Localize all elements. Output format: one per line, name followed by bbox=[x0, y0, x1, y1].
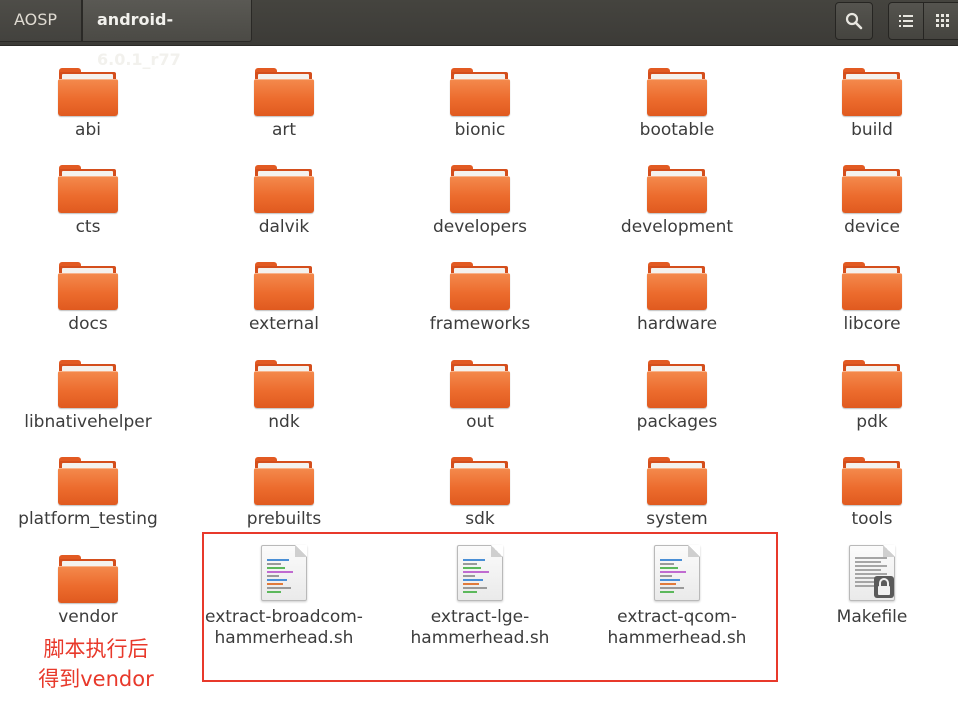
folder-icon bbox=[254, 360, 314, 408]
folder-item[interactable]: tools bbox=[777, 457, 958, 537]
folder-icon bbox=[647, 165, 707, 213]
folder-label: bionic bbox=[454, 120, 506, 140]
folder-label: build bbox=[851, 120, 893, 140]
folder-item[interactable]: libnativehelper bbox=[0, 360, 183, 440]
folder-item[interactable]: out bbox=[385, 360, 575, 440]
list-view-icon bbox=[899, 15, 913, 27]
folder-item[interactable]: dalvik bbox=[189, 165, 379, 245]
folder-label: developers bbox=[433, 217, 527, 237]
folder-item[interactable]: pdk bbox=[777, 360, 958, 440]
folder-label: frameworks bbox=[429, 314, 531, 334]
folder-icon bbox=[842, 165, 902, 213]
folder-label: abi bbox=[75, 120, 101, 140]
folder-label: sdk bbox=[465, 509, 495, 529]
folder-item[interactable]: external bbox=[189, 262, 379, 342]
folder-icon bbox=[842, 68, 902, 116]
annotation-line-1: 脚本执行后 bbox=[43, 637, 149, 661]
folder-label: hardware bbox=[636, 314, 718, 334]
list-view-button[interactable] bbox=[888, 2, 924, 40]
folder-label: prebuilts bbox=[246, 509, 322, 529]
folder-item[interactable]: device bbox=[777, 165, 958, 245]
folder-icon bbox=[58, 457, 118, 505]
folder-item[interactable]: packages bbox=[582, 360, 772, 440]
folder-item[interactable]: development bbox=[582, 165, 772, 245]
folder-icon bbox=[58, 262, 118, 310]
folder-icon bbox=[647, 68, 707, 116]
folder-item[interactable]: ndk bbox=[189, 360, 379, 440]
folder-icon bbox=[647, 262, 707, 310]
folder-icon bbox=[450, 262, 510, 310]
grid-view-button[interactable] bbox=[923, 2, 958, 40]
folder-item[interactable]: cts bbox=[0, 165, 183, 245]
folder-icon bbox=[58, 68, 118, 116]
folder-item[interactable]: system bbox=[582, 457, 772, 537]
folder-icon bbox=[450, 360, 510, 408]
folder-label: vendor bbox=[58, 607, 118, 627]
folder-item[interactable]: sdk bbox=[385, 457, 575, 537]
folder-icon bbox=[58, 165, 118, 213]
breadcrumb-aosp[interactable]: AOSP bbox=[0, 0, 82, 42]
folder-icon bbox=[647, 457, 707, 505]
breadcrumb-current-folder[interactable]: android-6.0.1_r77 bbox=[82, 0, 252, 69]
folder-label: docs bbox=[68, 314, 108, 334]
folder-item[interactable]: platform_testing bbox=[0, 457, 183, 537]
folder-label: dalvik bbox=[258, 217, 310, 237]
search-icon bbox=[845, 12, 863, 30]
folder-icon bbox=[254, 262, 314, 310]
makefile-item[interactable]: Makefile bbox=[777, 545, 958, 655]
folder-item[interactable]: developers bbox=[385, 165, 575, 245]
annotation-note: 脚本执行后 得到vendor bbox=[16, 634, 176, 694]
grid-view-icon bbox=[936, 14, 949, 27]
folder-label: libcore bbox=[843, 314, 901, 334]
folder-icon bbox=[254, 457, 314, 505]
folder-icon bbox=[842, 457, 902, 505]
folder-icon bbox=[647, 360, 707, 408]
folder-item[interactable]: hardware bbox=[582, 262, 772, 342]
folder-label: device bbox=[844, 217, 900, 237]
folder-icon bbox=[58, 360, 118, 408]
folder-icon bbox=[254, 68, 314, 116]
folder-label: art bbox=[271, 120, 297, 140]
folder-label: platform_testing bbox=[18, 509, 158, 529]
folder-label: system bbox=[646, 509, 708, 529]
folder-item[interactable]: art bbox=[189, 68, 379, 148]
folder-icon bbox=[254, 165, 314, 213]
folder-label: ndk bbox=[268, 412, 300, 432]
folder-label: pdk bbox=[856, 412, 888, 432]
folder-label: development bbox=[620, 217, 734, 237]
folder-item[interactable]: libcore bbox=[777, 262, 958, 342]
folder-icon bbox=[450, 165, 510, 213]
folder-item[interactable]: vendor bbox=[0, 555, 183, 635]
folder-item[interactable]: docs bbox=[0, 262, 183, 342]
folder-label: packages bbox=[636, 412, 718, 432]
folder-icon bbox=[450, 457, 510, 505]
folder-label: out bbox=[466, 412, 494, 432]
annotation-box bbox=[202, 532, 778, 682]
folder-item[interactable]: frameworks bbox=[385, 262, 575, 342]
locked-text-file-icon bbox=[849, 545, 895, 601]
folder-icon bbox=[450, 68, 510, 116]
folder-item[interactable]: build bbox=[777, 68, 958, 148]
path-bar: AOSP android-6.0.1_r77 bbox=[0, 0, 958, 69]
search-button[interactable] bbox=[835, 2, 873, 40]
folder-label: external bbox=[249, 314, 319, 334]
folder-item[interactable]: bootable bbox=[582, 68, 772, 148]
folder-item[interactable]: prebuilts bbox=[189, 457, 379, 537]
folder-label: tools bbox=[851, 509, 893, 529]
folder-icon bbox=[842, 262, 902, 310]
folder-item[interactable]: bionic bbox=[385, 68, 575, 148]
folder-label: bootable bbox=[639, 120, 715, 140]
file-label-line-1: Makefile bbox=[836, 607, 908, 627]
folder-item[interactable]: abi bbox=[0, 68, 183, 148]
folder-label: libnativehelper bbox=[24, 412, 152, 432]
annotation-line-2: 得到vendor bbox=[38, 667, 154, 691]
folder-icon bbox=[58, 555, 118, 603]
folder-icon bbox=[842, 360, 902, 408]
folder-label: cts bbox=[75, 217, 101, 237]
